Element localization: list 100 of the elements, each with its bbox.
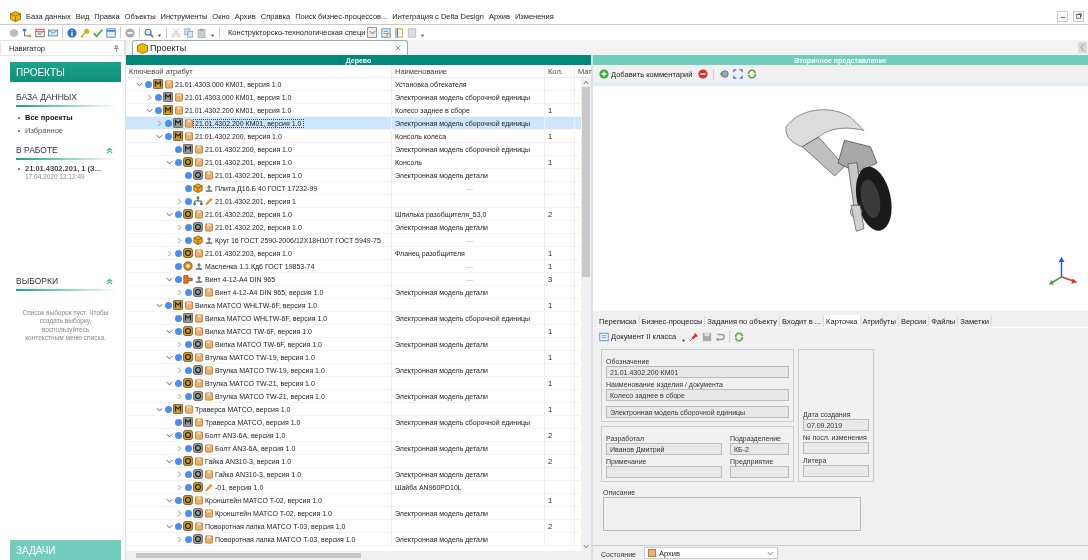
chevron-down-icon[interactable] [166, 431, 173, 439]
status-dot-icon [174, 314, 182, 322]
copy-icon[interactable] [184, 27, 194, 38]
pencil-icon [204, 196, 213, 206]
collapse-panel-icon[interactable] [1078, 42, 1087, 53]
collapse-icon[interactable] [106, 277, 113, 285]
note-field[interactable] [606, 466, 722, 478]
chevron-down-icon[interactable] [166, 522, 173, 530]
chevron-down-icon[interactable] [166, 353, 173, 361]
chevron-right-icon[interactable] [176, 509, 183, 517]
collapse-icon[interactable] [106, 146, 113, 154]
mail-icon[interactable] [48, 27, 58, 38]
window-icon[interactable] [106, 27, 116, 38]
box-icon [194, 209, 203, 219]
status-dot-icon [154, 106, 162, 114]
tab-title: Проекты [150, 43, 187, 53]
status-dot-icon [184, 184, 192, 192]
box-icon [204, 508, 213, 518]
dropdown-arrow-button[interactable] [367, 27, 378, 38]
pencil-icon [204, 482, 213, 492]
chevron-down-icon[interactable] [166, 158, 173, 166]
hierarchy-icon[interactable] [22, 27, 32, 38]
minimize-button[interactable] [1057, 10, 1068, 22]
screw-icon [183, 274, 193, 284]
pin-icon[interactable] [689, 331, 700, 342]
document-icon[interactable] [394, 27, 405, 38]
remove-icon[interactable] [698, 69, 709, 79]
enterprise-field[interactable] [730, 466, 789, 478]
box-icon [194, 157, 203, 167]
part-model-icon [193, 391, 203, 401]
info-icon[interactable] [67, 27, 77, 38]
box-icon [204, 469, 213, 479]
section-heading: ВЫБОРКИ [16, 276, 59, 286]
chevron-down-icon[interactable] [156, 132, 163, 140]
box-icon [194, 313, 203, 323]
chevron-down-icon[interactable] [166, 275, 173, 283]
caret-icon[interactable] [157, 33, 162, 38]
chevron-down-icon[interactable] [166, 210, 173, 218]
search-icon[interactable] [144, 27, 154, 38]
fullscreen-icon[interactable] [733, 69, 744, 79]
box-icon [194, 521, 203, 531]
chevron-down-icon[interactable] [166, 496, 173, 504]
undo-icon[interactable] [715, 331, 726, 342]
chevron-right-icon[interactable] [176, 535, 183, 543]
box-icon [194, 144, 203, 154]
chevron-right-icon[interactable] [176, 288, 183, 296]
cube-logo-icon[interactable] [10, 10, 21, 22]
chevron-right-icon[interactable] [166, 249, 173, 257]
chevron-down-icon[interactable] [166, 379, 173, 387]
scroll-up-icon[interactable] [583, 80, 589, 85]
restore-button[interactable] [1073, 10, 1084, 22]
box-icon [204, 170, 213, 180]
box-icon [194, 417, 203, 427]
calendar-icon[interactable] [35, 27, 45, 38]
chevron-right-icon[interactable] [176, 444, 183, 452]
edit-list-icon[interactable] [381, 27, 392, 38]
refresh-icon[interactable] [747, 69, 758, 79]
chevron-right-icon[interactable] [176, 392, 183, 400]
change-number-field[interactable] [803, 442, 869, 454]
vertical-scrollbar[interactable] [581, 78, 591, 551]
document-tab[interactable]: Проекты [132, 40, 408, 55]
checkmark-icon[interactable] [93, 27, 103, 38]
chevron-right-icon[interactable] [176, 470, 183, 478]
clipboard-icon[interactable] [197, 27, 207, 38]
projects-header[interactable]: ПРОЕКТЫ [10, 62, 121, 82]
save-icon[interactable] [702, 331, 713, 342]
chevron-down-icon[interactable] [146, 106, 153, 114]
chevron-right-icon[interactable] [156, 119, 163, 127]
caret-icon[interactable] [681, 338, 687, 343]
chevron-down-icon[interactable] [166, 457, 173, 465]
chevron-down-icon[interactable] [156, 405, 163, 413]
chevron-down-icon[interactable] [156, 301, 163, 309]
refresh-icon[interactable] [734, 331, 745, 342]
pin-icon[interactable] [113, 44, 120, 52]
chevron-right-icon[interactable] [176, 366, 183, 374]
description-field[interactable] [603, 497, 861, 531]
chevron-right-icon[interactable] [176, 236, 183, 244]
chevron-down-icon[interactable] [166, 327, 173, 335]
scissors-icon[interactable] [171, 27, 181, 38]
caret-icon[interactable] [420, 33, 426, 38]
scrollbar-thumb[interactable] [136, 553, 361, 558]
scroll-down-icon[interactable] [583, 544, 589, 549]
scrollbar-thumb[interactable] [582, 87, 590, 277]
box-icon [174, 92, 183, 102]
chevron-right-icon[interactable] [176, 483, 183, 491]
key-icon[interactable] [80, 27, 90, 38]
stop-icon[interactable] [125, 27, 135, 38]
horizontal-scrollbar[interactable] [126, 551, 591, 560]
chevron-right-icon[interactable] [176, 340, 183, 348]
rotate-icon[interactable] [719, 69, 730, 79]
box-icon [204, 339, 213, 349]
chevron-right-icon[interactable] [176, 223, 183, 231]
caret-icon[interactable] [210, 33, 215, 38]
chevron-down-icon[interactable] [136, 80, 143, 88]
box-icon [194, 456, 203, 466]
chevron-right-icon[interactable] [176, 197, 183, 205]
close-icon[interactable] [395, 45, 401, 51]
chevron-right-icon[interactable] [146, 93, 153, 101]
status-dot-icon [174, 145, 182, 153]
litera-field[interactable] [803, 465, 869, 477]
